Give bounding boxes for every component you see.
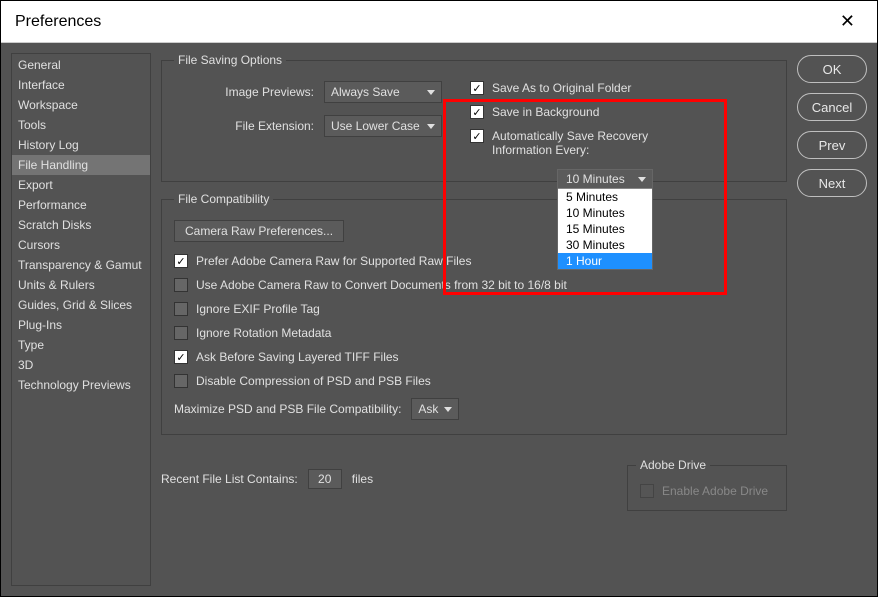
- save-as-original-checkbox[interactable]: ✓: [470, 81, 484, 95]
- save-as-original-label: Save As to Original Folder: [492, 81, 631, 95]
- main-panel: File Saving Options Image Previews: Alwa…: [161, 53, 787, 586]
- recent-files-input[interactable]: [308, 469, 342, 489]
- sidebar-item-transparency-gamut[interactable]: Transparency & Gamut: [12, 255, 150, 275]
- use-raw-convert-checkbox[interactable]: ✓: [174, 278, 188, 292]
- sidebar-item-file-handling[interactable]: File Handling: [12, 155, 150, 175]
- file-extension-label: File Extension:: [174, 119, 314, 133]
- interval-option[interactable]: 5 Minutes: [558, 189, 652, 205]
- file-saving-options: File Saving Options Image Previews: Alwa…: [161, 53, 787, 182]
- ok-button[interactable]: OK: [797, 55, 867, 83]
- interval-option[interactable]: 10 Minutes: [558, 205, 652, 221]
- category-sidebar: GeneralInterfaceWorkspaceToolsHistory Lo…: [11, 53, 151, 586]
- recent-files-label: Recent File List Contains:: [161, 472, 298, 486]
- image-previews-label: Image Previews:: [174, 85, 314, 99]
- titlebar: Preferences ✕: [1, 1, 877, 43]
- next-button[interactable]: Next: [797, 169, 867, 197]
- ignore-rotation-checkbox[interactable]: ✓: [174, 326, 188, 340]
- interval-selected[interactable]: 10 Minutes: [558, 170, 652, 189]
- sidebar-item-export[interactable]: Export: [12, 175, 150, 195]
- preferences-window: Preferences ✕ GeneralInterfaceWorkspaceT…: [0, 0, 878, 597]
- sidebar-item-type[interactable]: Type: [12, 335, 150, 355]
- sidebar-item-units-rulers[interactable]: Units & Rulers: [12, 275, 150, 295]
- save-background-checkbox[interactable]: ✓: [470, 105, 484, 119]
- auto-save-checkbox[interactable]: ✓: [470, 129, 484, 143]
- sidebar-item-plug-ins[interactable]: Plug-Ins: [12, 315, 150, 335]
- enable-adobe-drive-label: Enable Adobe Drive: [662, 484, 768, 498]
- enable-adobe-drive-checkbox: ✓: [640, 484, 654, 498]
- interval-option[interactable]: 15 Minutes: [558, 221, 652, 237]
- save-background-label: Save in Background: [492, 105, 599, 119]
- prefer-raw-checkbox[interactable]: ✓: [174, 254, 188, 268]
- sidebar-item-interface[interactable]: Interface: [12, 75, 150, 95]
- auto-save-label: Automatically Save Recovery Information …: [492, 129, 682, 157]
- dialog-buttons: OK Cancel Prev Next: [797, 53, 867, 586]
- window-title: Preferences: [15, 13, 832, 31]
- interval-option[interactable]: 1 Hour: [558, 253, 652, 269]
- sidebar-item-tools[interactable]: Tools: [12, 115, 150, 135]
- prev-button[interactable]: Prev: [797, 131, 867, 159]
- adobe-drive-legend: Adobe Drive: [636, 458, 710, 472]
- adobe-drive-group: Adobe Drive ✓ Enable Adobe Drive: [627, 465, 787, 511]
- sidebar-item-technology-previews[interactable]: Technology Previews: [12, 375, 150, 395]
- close-icon[interactable]: ✕: [832, 7, 863, 36]
- camera-raw-prefs-button[interactable]: Camera Raw Preferences...: [174, 220, 344, 242]
- interval-option[interactable]: 30 Minutes: [558, 237, 652, 253]
- maximize-compat-select[interactable]: Ask: [411, 398, 459, 420]
- sidebar-item-performance[interactable]: Performance: [12, 195, 150, 215]
- file-compatibility: File Compatibility Camera Raw Preference…: [161, 192, 787, 435]
- auto-save-interval-dropdown[interactable]: 10 Minutes 5 Minutes10 Minutes15 Minutes…: [557, 169, 653, 270]
- sidebar-item-3d[interactable]: 3D: [12, 355, 150, 375]
- ignore-exif-checkbox[interactable]: ✓: [174, 302, 188, 316]
- sidebar-item-history-log[interactable]: History Log: [12, 135, 150, 155]
- sidebar-item-scratch-disks[interactable]: Scratch Disks: [12, 215, 150, 235]
- cancel-button[interactable]: Cancel: [797, 93, 867, 121]
- file-extension-select[interactable]: Use Lower Case: [324, 115, 442, 137]
- maximize-compat-label: Maximize PSD and PSB File Compatibility:: [174, 402, 401, 416]
- ask-tiff-checkbox[interactable]: ✓: [174, 350, 188, 364]
- sidebar-item-general[interactable]: General: [12, 55, 150, 75]
- sidebar-item-guides-grid-slices[interactable]: Guides, Grid & Slices: [12, 295, 150, 315]
- recent-files-unit: files: [352, 472, 373, 486]
- disable-psd-checkbox[interactable]: ✓: [174, 374, 188, 388]
- file-saving-legend: File Saving Options: [174, 53, 286, 67]
- file-compat-legend: File Compatibility: [174, 192, 273, 206]
- sidebar-item-cursors[interactable]: Cursors: [12, 235, 150, 255]
- sidebar-item-workspace[interactable]: Workspace: [12, 95, 150, 115]
- image-previews-select[interactable]: Always Save: [324, 81, 442, 103]
